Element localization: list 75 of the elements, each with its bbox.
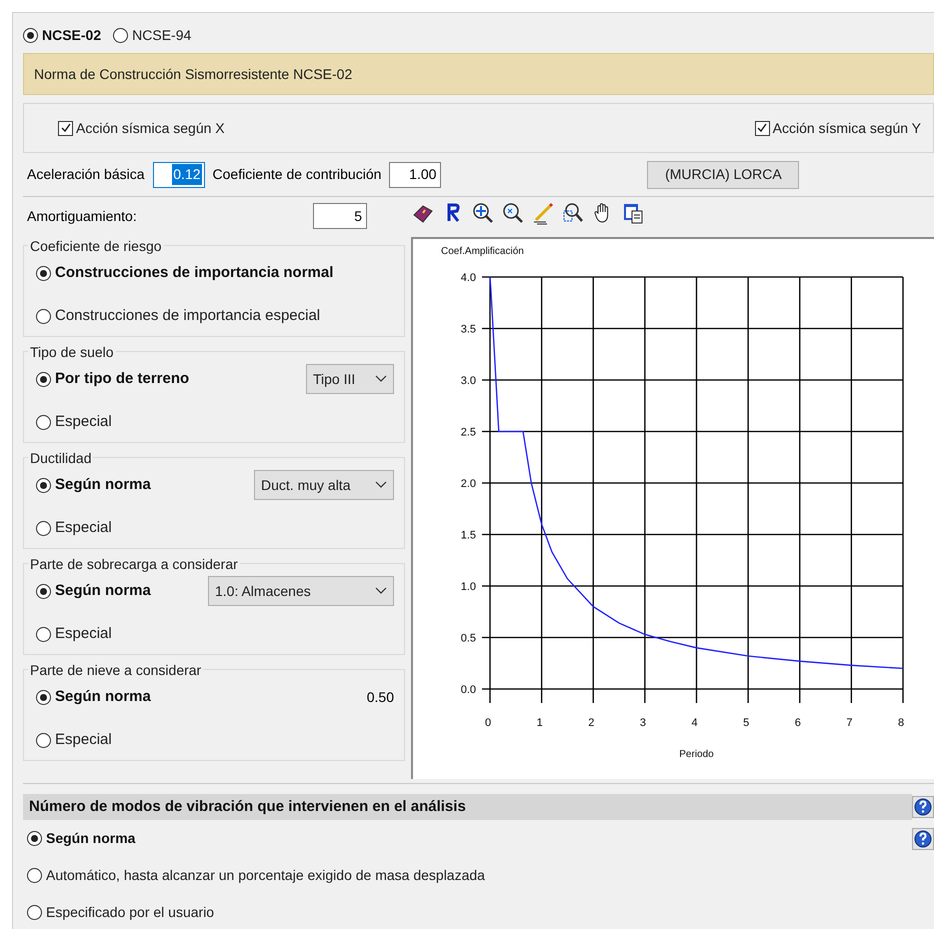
field-label: Coeficiente de contribución (212, 165, 382, 184)
radio-button[interactable] (36, 414, 51, 430)
radio-label[interactable]: Construcciones de importancia especial (55, 304, 320, 328)
y-tick-label: 2.5 (460, 426, 476, 438)
radio-button[interactable] (27, 905, 42, 920)
chevron-down-icon (375, 481, 387, 489)
radio-label[interactable]: NCSE-94 (132, 24, 192, 46)
contribution-field[interactable]: 1.00 (389, 162, 442, 188)
x-tick-label: 0 (484, 717, 492, 729)
y-tick-label: 1.5 (460, 530, 476, 542)
chevron-down-icon (375, 375, 387, 383)
radio-button[interactable] (23, 28, 38, 42)
radio-label[interactable]: Según norma (55, 580, 151, 602)
zoom-extents-icon[interactable] (471, 201, 495, 225)
pencil-icon[interactable] (531, 201, 555, 225)
radio-label[interactable]: Según norma (46, 828, 136, 849)
acceleration-field[interactable]: 0.12 (152, 162, 205, 188)
checkbox[interactable] (58, 120, 73, 136)
chevron-down-icon (375, 587, 387, 595)
help-icon[interactable] (912, 828, 934, 850)
y-tick-label: 1.0 (460, 581, 476, 593)
radio-button[interactable] (36, 690, 51, 704)
radio-button[interactable] (36, 372, 51, 386)
radio-label[interactable]: Automático, hasta alcanzar un porcentaje exigido de masa desplazada (46, 865, 485, 886)
x-tick-label: 5 (743, 717, 750, 729)
radio-button[interactable] (27, 868, 42, 883)
radio-button[interactable] (36, 308, 51, 324)
checkbox-label[interactable]: Acción sísmica según X (76, 118, 225, 138)
radio-label[interactable]: Por tipo de terreno (55, 368, 190, 390)
damping-field[interactable]: 5 (313, 203, 367, 229)
y-tick-label: 0.0 (460, 684, 476, 696)
radio-button[interactable] (27, 831, 42, 846)
checkbox[interactable] (754, 120, 770, 136)
radio-button[interactable] (36, 626, 51, 642)
x-tick-label: 3 (640, 717, 646, 729)
radio-button[interactable] (36, 732, 51, 748)
radio-button[interactable] (36, 478, 51, 492)
checkbox-label[interactable]: Acción sísmica según Y (772, 118, 921, 138)
x-axis-title: Periodo (679, 749, 714, 760)
y-tick-label: 2.0 (460, 478, 476, 490)
radio-button[interactable] (36, 266, 51, 280)
location-button[interactable]: (MURCIA) LORCA (647, 160, 800, 188)
radio-button[interactable] (113, 28, 128, 42)
y-tick-label: 4.0 (460, 272, 476, 284)
norm-banner: Norma de Construcción Sismorresistente NCSE-02 (23, 53, 934, 95)
x-tick-label: 8 (898, 717, 904, 729)
radio-label[interactable]: Especial (55, 516, 112, 540)
radio-button[interactable] (36, 584, 51, 598)
radio-label[interactable]: Especial (55, 728, 112, 752)
x-tick-label: 2 (588, 717, 594, 729)
section-header: Número de modos de vibración que intervienen en el análisis (23, 794, 912, 820)
x-tick-label: 7 (846, 717, 852, 729)
y-tick-label: 3.5 (460, 324, 476, 336)
radio-label[interactable]: Según norma (55, 686, 151, 708)
x-tick-label: 1 (536, 717, 543, 729)
x-tick-label: 4 (691, 717, 698, 729)
dropdown[interactable]: Tipo III (306, 364, 394, 394)
snow-factor-value: 0.50 (366, 688, 394, 706)
y-axis-title: Coef.Amplificación (441, 246, 524, 257)
radio-label[interactable]: Según norma (55, 474, 151, 496)
radio-label[interactable]: Construcciones de importancia normal (55, 262, 334, 284)
dropdown[interactable]: Duct. muy alta (254, 470, 394, 500)
copy-icon[interactable] (621, 201, 645, 225)
dropdown[interactable]: 1.0: Almacenes (208, 576, 394, 606)
y-tick-label: 0.5 (460, 632, 476, 644)
radio-label[interactable]: Especificado por el usuario (46, 902, 214, 923)
field-label: Aceleración básica (27, 165, 145, 184)
field-label: Amortiguamiento: (27, 206, 138, 226)
y-tick-label: 3.0 (460, 375, 476, 387)
radio-label[interactable]: Especial (55, 410, 112, 434)
x-tick-label: 6 (794, 717, 801, 729)
help-icon[interactable] (912, 796, 934, 818)
radio-label[interactable]: Especial (55, 622, 112, 646)
radio-label[interactable]: NCSE-02 (42, 24, 102, 46)
radio-button[interactable] (36, 520, 51, 536)
